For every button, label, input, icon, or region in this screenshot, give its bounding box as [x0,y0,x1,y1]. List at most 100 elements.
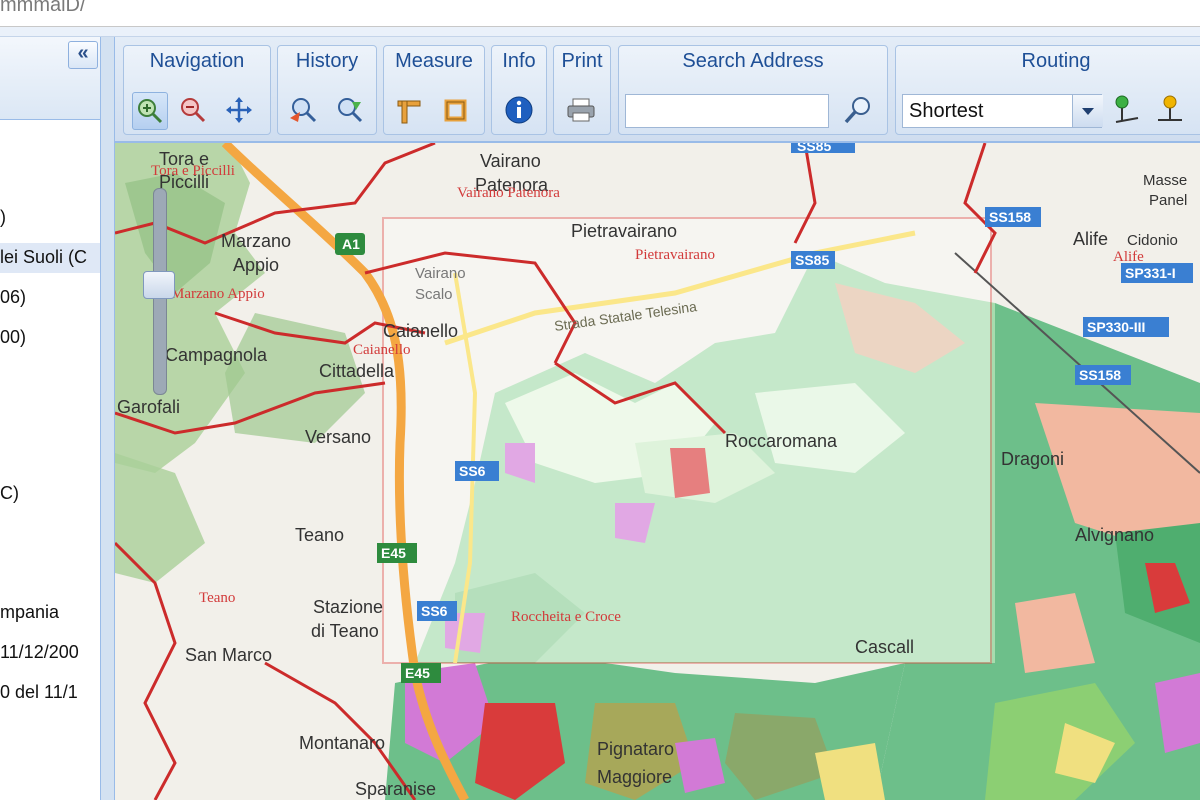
routing-title: Routing [1021,50,1091,72]
left-panel: « ) lei Suoli (C 06) 00) C) mpania 11/12… [0,37,101,800]
road-shield: SS85 [791,143,855,154]
pan-button[interactable] [222,92,256,128]
zoom-previous-icon [290,98,317,123]
zoom-out-icon [181,98,206,123]
svg-text:SS158: SS158 [989,209,1031,225]
place-label: San Marco [185,645,272,665]
measure-area-icon [444,99,467,122]
place-label: Cidonio [1127,232,1178,249]
search-address-title: Search Address [682,50,824,72]
road-shield: E45 [401,663,441,683]
zoom-slider-thumb[interactable] [143,271,175,299]
navigation-group: Navigation [123,45,271,135]
place-label: Maggiore [597,767,672,787]
zoom-in-button[interactable] [132,92,168,130]
place-label: Alife [1073,229,1108,249]
history-group: History [277,45,377,135]
road-shield: SP331-I [1121,263,1193,283]
url-text: mmmaiD/ [0,0,86,16]
place-label: Panel [1149,192,1187,209]
road-shield: A1 [335,233,365,255]
layer-item[interactable]: C) [0,483,19,504]
zoom-out-button[interactable] [176,92,210,128]
layer-item[interactable]: 06) [0,287,26,308]
place-label: Dragoni [1001,449,1064,469]
svg-text:SS85: SS85 [797,143,831,154]
map-layer: Tora e Piccilli Vairano Patenora Pietrav… [115,143,1200,800]
svg-text:SP331-I: SP331-I [1125,265,1176,281]
routing-group: Routing Shortest [895,45,1200,135]
navigation-title: Navigation [149,50,245,72]
admin-label: Alife [1113,249,1144,265]
place-label: Roccaromana [725,431,838,451]
svg-text:SS6: SS6 [459,463,486,479]
search-button[interactable] [841,92,875,128]
measure-line-icon [397,100,421,124]
measure-area-button[interactable] [438,92,472,128]
svg-text:A1: A1 [342,236,360,252]
svg-text:SP330-III: SP330-III [1087,319,1145,335]
layer-item[interactable]: 00) [0,327,26,348]
layer-item[interactable]: lei Suoli (C [0,247,87,268]
place-label: Pignataro [597,739,674,759]
measure-distance-button[interactable] [392,92,426,128]
zoom-next-icon [338,98,363,123]
place-label: Vairano [480,151,541,171]
map-toolbar: Navigation History Measure Info Print Se… [115,37,1200,143]
info-title: Info [502,50,536,72]
chevron-down-icon [1082,108,1094,115]
place-label: Alvignano [1075,525,1154,545]
route-start-button[interactable] [1110,92,1144,128]
panel-splitter[interactable] [101,37,115,800]
header-band [0,27,1200,37]
svg-text:SS6: SS6 [421,603,448,619]
place-label: Garofali [117,397,180,417]
admin-label: Tora e Piccilli [151,163,235,179]
place-label: Campagnola [165,345,268,365]
route-end-button[interactable] [1152,92,1186,128]
place-label: Scalo [415,286,453,303]
printer-icon [567,98,595,122]
metadata-line: 0 del 11/1 [0,682,78,702]
place-label: Masse [1143,172,1187,189]
info-icon [505,96,533,124]
road-shield: SP330-III [1083,317,1169,337]
place-label: di Teano [311,621,379,641]
forest-area [115,453,205,583]
svg-text:E45: E45 [405,665,430,681]
start-pin-icon [1115,95,1139,123]
search-address-input[interactable] [625,94,829,128]
info-group: Info [491,45,547,135]
place-label: Stazione [313,597,383,617]
zoom-in-icon [138,99,163,124]
place-label: Teano [295,525,344,545]
print-button[interactable] [564,92,598,128]
place-label: Vairano [415,265,466,282]
place-label: Montanaro [299,733,385,753]
road-shield: SS158 [985,207,1041,227]
search-icon [844,97,870,124]
collapse-panel-button[interactable]: « [68,41,98,69]
history-forward-button[interactable] [332,92,366,128]
place-label: Versano [305,427,371,447]
admin-label: Vairano Patenora [457,185,560,201]
layer-item[interactable]: ) [0,207,6,228]
route-mode-dropdown-button[interactable] [1072,95,1103,127]
svg-text:SS158: SS158 [1079,367,1121,383]
print-title: Print [561,50,603,72]
place-label: Pietravairano [571,221,677,241]
road-shield: E45 [377,543,417,563]
map-canvas[interactable]: Tora e Piccilli Vairano Patenora Pietrav… [115,143,1200,800]
place-label: Sparanise [355,779,436,799]
history-back-button[interactable] [286,92,320,128]
place-label: Cascall [855,637,914,657]
measure-title: Measure [395,50,473,72]
place-label: Cittadella [319,361,395,381]
print-group: Print [553,45,611,135]
info-button[interactable] [502,92,536,128]
url-bar[interactable]: mmmaiD/ [0,0,1200,27]
admin-label: Roccheita e Croce [511,609,621,625]
road-shield: SS6 [455,461,499,481]
place-label: Marzano [221,231,291,251]
pan-arrows-icon [226,97,252,123]
